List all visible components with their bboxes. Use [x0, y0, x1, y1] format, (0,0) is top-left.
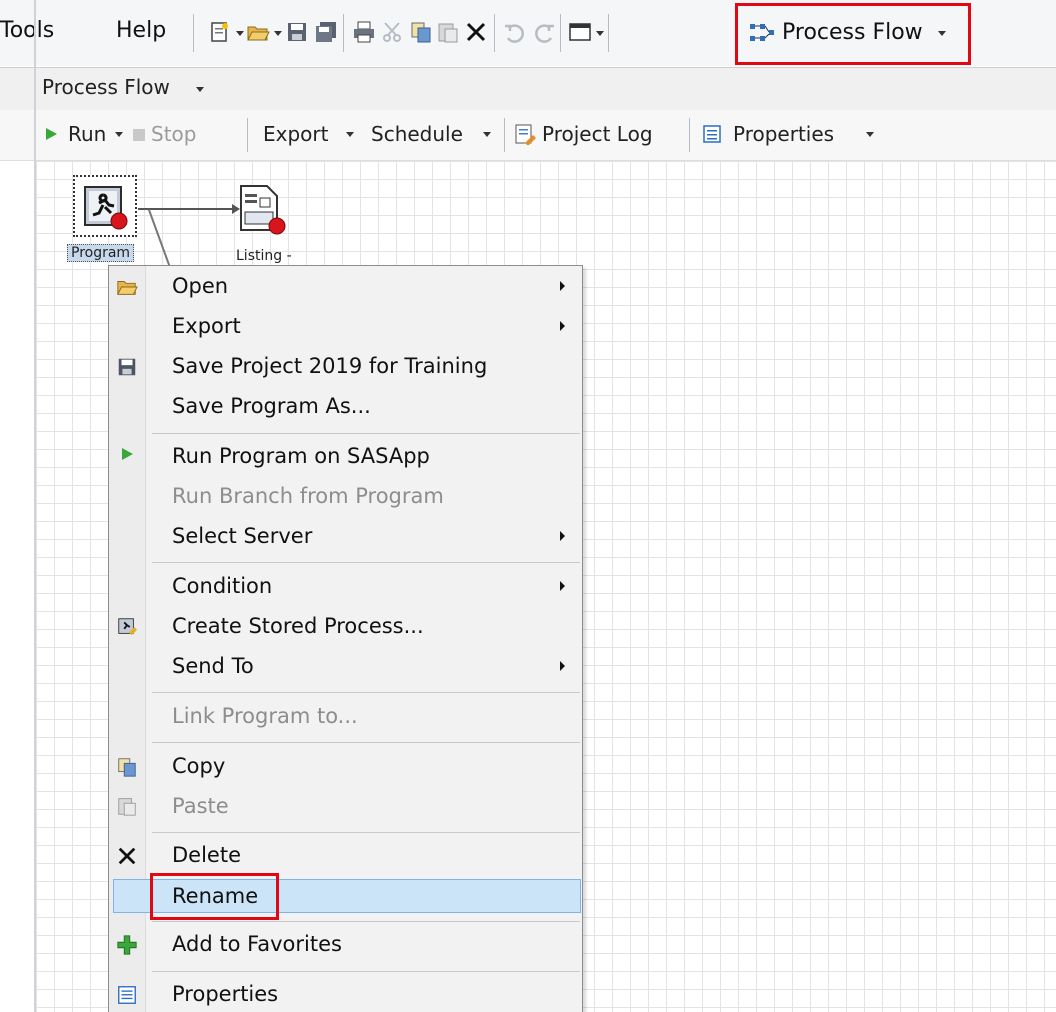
window-icon[interactable] — [568, 20, 592, 44]
menu-tools[interactable]: Tools — [0, 18, 54, 43]
rename-annotation-box — [150, 873, 279, 920]
process-flow-tab[interactable]: Process Flow — [42, 75, 170, 99]
project-log-button[interactable]: Project Log — [542, 122, 653, 146]
submenu-arrow-icon — [560, 531, 565, 541]
schedule-button[interactable]: Schedule — [371, 122, 463, 146]
properties-icon — [118, 986, 136, 1004]
undo-icon[interactable] — [503, 20, 527, 44]
paste-icon — [118, 798, 136, 816]
menu-item-send-to[interactable]: Send To — [172, 654, 254, 678]
open-dropdown-icon[interactable] — [274, 31, 282, 36]
menu-help[interactable]: Help — [116, 18, 166, 43]
menu-separator — [152, 692, 580, 693]
stop-icon[interactable] — [132, 128, 146, 142]
open-folder-icon[interactable] — [246, 20, 270, 44]
menu-item-copy[interactable]: Copy — [172, 754, 225, 778]
print-icon[interactable] — [352, 20, 376, 44]
menu-item-open[interactable]: Open — [172, 274, 228, 298]
menu-item-properties[interactable]: Properties — [172, 982, 278, 1006]
toolbar-separator — [689, 118, 690, 152]
menu-item-save-program-as[interactable]: Save Program As... — [172, 394, 371, 418]
new-dropdown-icon[interactable] — [236, 31, 244, 36]
menu-separator — [152, 921, 580, 922]
toolbar-separator — [504, 118, 505, 152]
properties-dropdown-icon[interactable] — [866, 132, 874, 137]
new-icon[interactable] — [208, 20, 232, 44]
menu-separator — [152, 562, 580, 563]
menu-item-run-branch[interactable]: Run Branch from Program — [172, 484, 444, 508]
listing-node-label[interactable]: Listing - — [236, 248, 292, 264]
toolbar-separator — [343, 14, 344, 52]
submenu-arrow-icon — [560, 661, 565, 671]
submenu-arrow-icon — [560, 581, 565, 591]
stored-process-icon — [118, 618, 138, 636]
toolbar-separator — [494, 14, 495, 52]
program-node-icon — [84, 186, 128, 230]
properties-icon[interactable] — [702, 124, 722, 144]
menu-separator — [152, 971, 580, 972]
run-button[interactable]: Run — [68, 122, 106, 146]
submenu-arrow-icon — [560, 321, 565, 331]
save-icon — [118, 358, 136, 376]
menu-item-delete[interactable]: Delete — [172, 843, 241, 867]
delete-icon — [118, 847, 136, 865]
properties-button[interactable]: Properties — [733, 122, 834, 146]
program-node[interactable] — [73, 175, 137, 237]
program-node-label[interactable]: Program — [67, 244, 135, 262]
menu-item-link-program[interactable]: Link Program to... — [172, 704, 358, 728]
menu-item-export[interactable]: Export — [172, 314, 241, 338]
menu-item-paste[interactable]: Paste — [172, 794, 229, 818]
redo-icon[interactable] — [532, 20, 556, 44]
toolbar-separator — [608, 14, 609, 52]
menu-item-create-stored-process[interactable]: Create Stored Process... — [172, 614, 424, 638]
menu-item-add-to-favorites[interactable]: Add to Favorites — [172, 932, 342, 956]
cut-icon[interactable] — [381, 20, 405, 44]
toolbar-separator — [247, 118, 248, 152]
schedule-dropdown-icon[interactable] — [483, 132, 491, 137]
save-icon[interactable] — [285, 20, 309, 44]
copy-icon — [118, 758, 136, 777]
save-all-icon[interactable] — [314, 20, 338, 44]
toolbar-separator — [560, 14, 561, 52]
node-connector — [138, 208, 234, 210]
run-dropdown-icon[interactable] — [115, 132, 123, 137]
toolbar-separator — [193, 14, 194, 52]
delete-icon[interactable] — [464, 20, 488, 44]
export-dropdown-icon[interactable] — [346, 132, 354, 137]
export-button[interactable]: Export — [263, 122, 328, 146]
copy-icon[interactable] — [409, 20, 433, 44]
menu-item-save-project[interactable]: Save Project 2019 for Training — [172, 354, 487, 378]
project-log-icon[interactable] — [514, 123, 536, 145]
paste-icon[interactable] — [436, 20, 460, 44]
menu-separator — [152, 742, 580, 743]
menu-separator — [152, 433, 580, 434]
menu-separator — [152, 832, 580, 833]
folder-open-icon — [117, 281, 138, 295]
add-favorites-icon — [117, 935, 137, 955]
window-dropdown-icon[interactable] — [596, 31, 604, 36]
menu-item-condition[interactable]: Condition — [172, 574, 272, 598]
listing-node-icon[interactable] — [235, 184, 287, 236]
run-icon[interactable] — [44, 127, 58, 141]
stop-button[interactable]: Stop — [151, 122, 196, 146]
submenu-arrow-icon — [560, 281, 565, 291]
process-flow-tab-dropdown-icon[interactable] — [196, 87, 204, 92]
run-icon — [122, 448, 133, 460]
process-flow-highlight — [735, 3, 971, 65]
menu-item-select-server[interactable]: Select Server — [172, 524, 312, 548]
menu-item-run-program[interactable]: Run Program on SASApp — [172, 444, 430, 468]
